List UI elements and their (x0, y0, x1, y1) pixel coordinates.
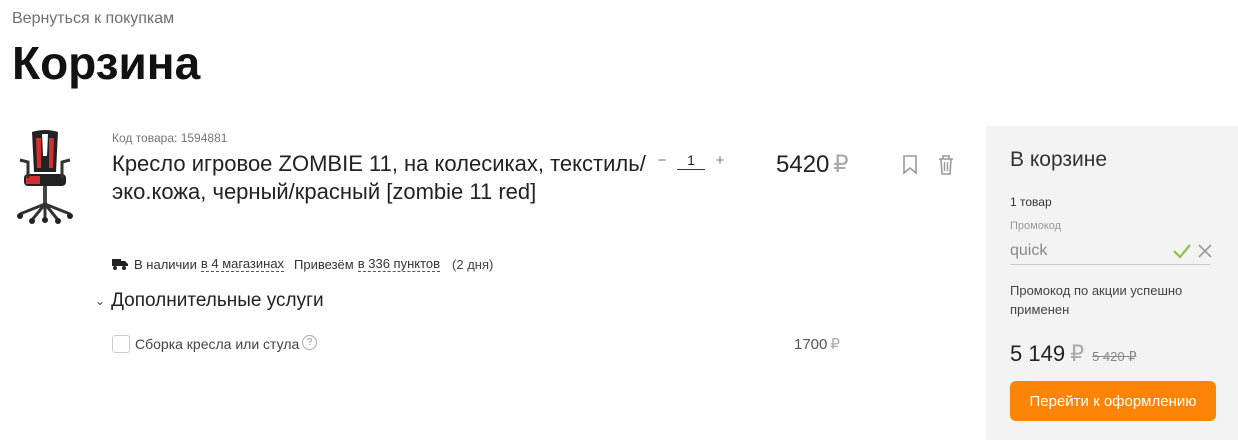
quantity-decrease-button[interactable]: − (655, 152, 669, 169)
additional-services-toggle[interactable]: ⌄ Дополнительные услуги (95, 290, 324, 312)
old-price: 5 420 ₽ (1092, 349, 1137, 364)
delivery-days: (2 дня) (452, 256, 494, 272)
item-price-value: 5420 (776, 151, 830, 178)
availability-text: В наличии (134, 256, 197, 272)
chevron-down-icon: ⌄ (95, 294, 106, 308)
delete-button[interactable] (936, 154, 956, 176)
currency-sign: ₽ (833, 151, 849, 178)
total-price: 5 149 ₽5 420 ₽ (1010, 341, 1136, 367)
delivery-text: Привезём (294, 256, 354, 272)
promo-label: Промокод (1010, 220, 1062, 232)
item-price: 5420 ₽ (776, 150, 849, 179)
currency-sign: ₽ (830, 336, 840, 353)
order-summary-panel: В корзине 1 товар Промокод Промокод по а… (986, 126, 1238, 440)
delivery-info: В наличии в 4 магазинах Привезём в 336 п… (112, 256, 493, 272)
stores-link[interactable]: в 4 магазинах (200, 256, 285, 272)
summary-title: В корзине (1010, 148, 1108, 171)
close-icon[interactable] (1198, 244, 1212, 258)
trash-icon (939, 155, 953, 175)
checkout-button[interactable]: Перейти к оформлению (1010, 381, 1216, 421)
chair-assembly-price: 1700 ₽ (794, 335, 840, 353)
truck-icon (112, 259, 128, 270)
bookmark-icon (903, 155, 917, 175)
product-code: Код товара: 1594881 (112, 131, 228, 145)
check-icon (1173, 244, 1191, 259)
chair-assembly-label[interactable]: Сборка кресла или стула (135, 336, 299, 352)
help-icon[interactable]: ? (302, 335, 317, 350)
total-price-value: 5 149 (1010, 341, 1066, 366)
gaming-chair-icon (17, 130, 73, 224)
bookmark-button[interactable] (901, 154, 919, 176)
page-title: Корзина (12, 37, 201, 89)
product-image[interactable] (12, 128, 78, 224)
product-name-link[interactable]: Кресло игровое ZOMBIE 11, на колесиках, … (112, 150, 652, 206)
item-count: 1 товар (1010, 195, 1052, 209)
currency-sign: ₽ (1070, 341, 1085, 366)
additional-services-title: Дополнительные услуги (111, 290, 324, 311)
quantity-increase-button[interactable]: + (713, 152, 727, 169)
pickup-points-link[interactable]: в 336 пунктов (357, 256, 441, 272)
quantity-stepper: − 1 + (655, 151, 727, 170)
promo-success-message: Промокод по акции успешно применен (1010, 283, 1183, 317)
back-to-shopping-link[interactable]: Вернуться к покупкам (12, 10, 174, 28)
chair-assembly-price-value: 1700 (794, 336, 828, 353)
chair-assembly-checkbox[interactable] (112, 335, 130, 353)
quantity-input[interactable]: 1 (677, 151, 705, 170)
